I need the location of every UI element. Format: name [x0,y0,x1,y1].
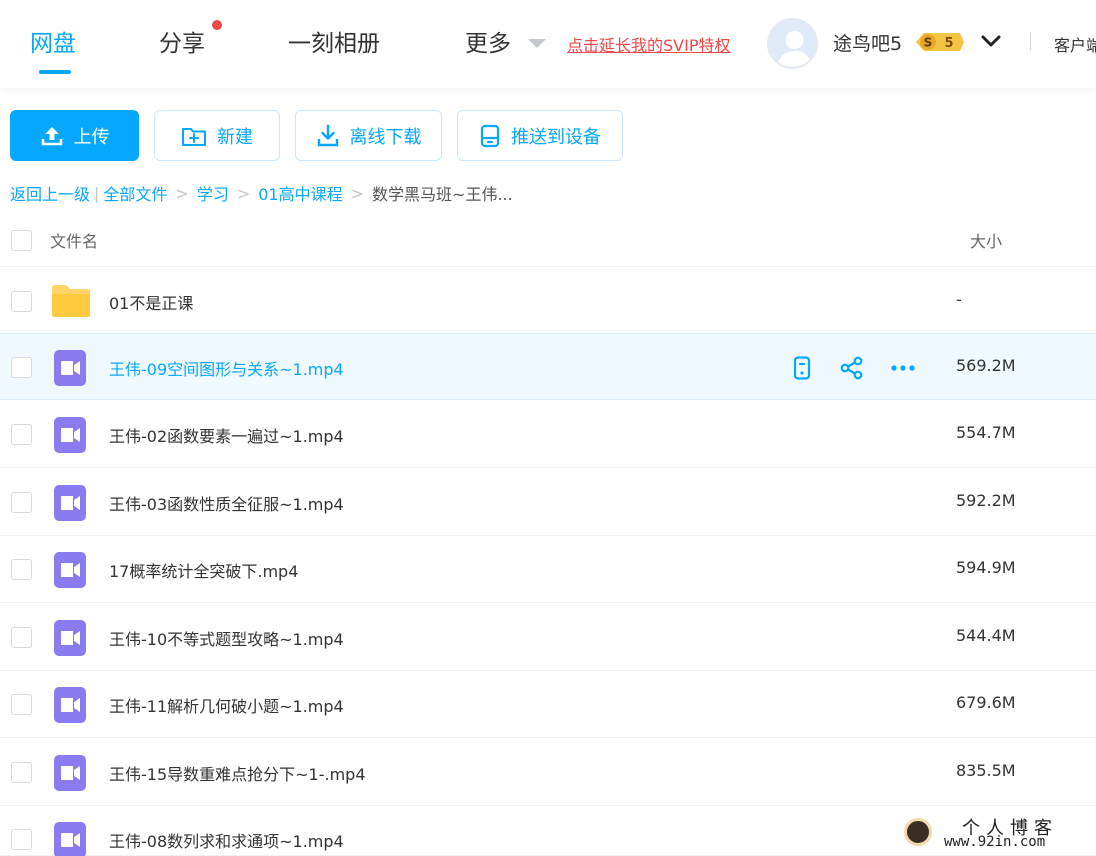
device-icon [479,124,501,148]
tab-netdisk[interactable]: 网盘 [30,24,76,58]
upload-label: 上传 [73,126,110,148]
upload-icon [40,124,64,148]
row-checkbox[interactable] [11,694,32,715]
push-to-device-label: 推送到设备 [511,126,601,148]
chevron-down-icon[interactable] [980,30,1002,56]
vip-level-number: 5 [944,36,953,51]
row-checkbox[interactable] [11,291,32,312]
file-row[interactable]: 17概率统计全突破下.mp4 594.9M [0,536,1096,603]
file-size: - [956,290,962,309]
row-checkbox[interactable] [11,627,32,648]
video-file-icon [53,484,87,526]
push-to-device-button[interactable]: 推送到设备 [457,110,623,161]
video-file-icon [53,349,87,391]
download-icon [316,124,340,148]
file-size: 544.4M [956,626,1016,645]
notification-dot [212,20,222,30]
file-name[interactable]: 王伟-09空间图形与关系~1.mp4 [109,356,344,380]
breadcrumb-item-high-school[interactable]: 01高中课程 [258,181,342,205]
file-name[interactable]: 王伟-11解析几何破小题~1.mp4 [109,693,344,717]
row-checkbox[interactable] [11,762,32,783]
avatar[interactable] [767,18,818,69]
file-row[interactable]: 王伟-15导数重难点抢分下~1-.mp4 835.5M [0,739,1096,806]
row-checkbox[interactable] [11,424,32,445]
video-file-icon [53,551,87,593]
user-silhouette-icon [777,31,812,67]
breadcrumb-separator: > [350,183,365,203]
row-checkbox[interactable] [11,357,32,378]
username[interactable]: 途鸟吧5 [833,29,902,56]
top-navigation: 网盘 分享 一刻相册 更多 点击延长我的SVIP特权 途鸟吧5 S 5 客户端 [0,0,1096,88]
new-folder-icon [181,124,207,148]
column-header-name[interactable]: 文件名 [50,228,98,252]
breadcrumb-item-study[interactable]: 学习 [197,181,229,205]
column-header-size[interactable]: 大小 [970,228,1002,252]
row-checkbox[interactable] [11,492,32,513]
video-file-icon [53,754,87,796]
offline-download-button[interactable]: 离线下载 [295,110,442,161]
video-file-icon [53,821,87,856]
watermark-logo-icon [904,818,932,846]
breadcrumb-divider: | [94,183,100,203]
send-to-device-icon[interactable] [790,356,814,384]
file-name[interactable]: 王伟-10不等式题型攻略~1.mp4 [109,626,344,650]
offline-download-label: 离线下载 [349,126,422,148]
share-icon[interactable] [840,356,864,384]
tab-album[interactable]: 一刻相册 [288,24,380,58]
svip-renew-link[interactable]: 点击延长我的SVIP特权 [567,32,730,56]
file-name[interactable]: 王伟-03函数性质全征服~1.mp4 [109,491,344,515]
file-size: 592.2M [956,491,1016,510]
breadcrumb: 返回上一级 | 全部文件 > 学习 > 01高中课程 > 数学黑马班~王伟... [10,181,513,205]
video-file-icon [53,416,87,458]
new-folder-label: 新建 [217,126,253,148]
file-row[interactable]: 王伟-03函数性质全征服~1.mp4 592.2M [0,469,1096,536]
breadcrumb-separator: > [236,183,251,203]
file-size: 569.2M [956,356,1016,375]
file-size: 554.7M [956,423,1016,442]
client-download-link[interactable]: 客户端 [1054,32,1096,56]
row-checkbox[interactable] [11,829,32,850]
video-file-icon [53,619,87,661]
file-size: 594.9M [956,558,1016,577]
tab-more[interactable]: 更多 [465,24,511,58]
file-row[interactable]: 王伟-10不等式题型攻略~1.mp4 544.4M [0,604,1096,671]
file-name[interactable]: 王伟-08数列求和求通项~1.mp4 [109,828,344,852]
watermark-url: www.92in.com [944,834,1046,850]
file-size: 835.5M [956,761,1016,780]
select-all-checkbox[interactable] [11,230,32,251]
vip-letter: S [924,36,933,50]
row-checkbox[interactable] [11,559,32,580]
file-name[interactable]: 01不是正课 [109,290,193,314]
video-file-icon [53,686,87,728]
tab-share[interactable]: 分享 [159,24,205,58]
folder-row[interactable]: 01不是正课 - [0,268,1096,335]
row-quick-actions [790,356,916,384]
breadcrumb-separator: > [175,183,189,203]
upload-button[interactable]: 上传 [10,110,139,161]
nav-divider [1030,32,1031,50]
caret-down-icon[interactable] [528,39,546,48]
active-tab-indicator [39,70,71,74]
breadcrumb-current-folder: 数学黑马班~王伟... [372,185,513,204]
more-actions-icon[interactable] [890,356,916,384]
site-watermark: 个人博客 www.92in.com [900,812,1096,856]
breadcrumb-back-link[interactable]: 返回上一级 [10,181,90,205]
file-size: 679.6M [956,693,1016,712]
svip-level-badge: S 5 [914,30,966,58]
breadcrumb-item-all-files[interactable]: 全部文件 [103,181,167,205]
file-row[interactable]: 王伟-11解析几何破小题~1.mp4 679.6M [0,671,1096,738]
file-row[interactable]: 王伟-02函数要素一遍过~1.mp4 554.7M [0,401,1096,468]
new-folder-button[interactable]: 新建 [154,110,280,161]
file-list-header: 文件名 大小 [0,216,1096,267]
file-name[interactable]: 17概率统计全突破下.mp4 [109,558,298,582]
file-name[interactable]: 王伟-15导数重难点抢分下~1-.mp4 [109,761,366,785]
folder-icon [51,284,91,322]
file-name[interactable]: 王伟-02函数要素一遍过~1.mp4 [109,423,344,447]
file-row[interactable]: 王伟-09空间图形与关系~1.mp4 569.2M [0,333,1096,400]
